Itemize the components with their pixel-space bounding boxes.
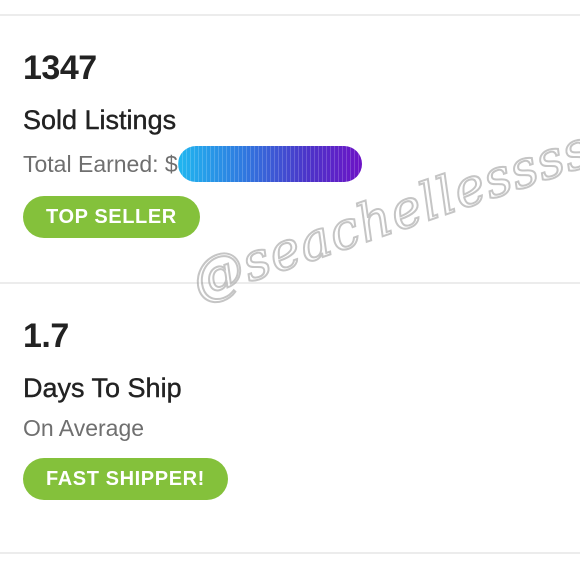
shipping-section: 1.7 Days To Ship On Average FAST SHIPPER… — [23, 316, 563, 500]
total-earned-row: Total Earned: $ — [23, 146, 563, 182]
sold-listings-section: 1347 Sold Listings Total Earned: $ TOP S… — [23, 48, 563, 238]
middle-divider — [0, 282, 580, 284]
fast-shipper-badge: FAST SHIPPER! — [23, 458, 228, 500]
bottom-divider — [0, 552, 580, 554]
seller-stats-card: 1347 Sold Listings Total Earned: $ TOP S… — [0, 0, 580, 579]
on-average-label: On Average — [23, 415, 145, 441]
top-divider — [0, 14, 580, 16]
sold-listings-count: 1347 — [23, 49, 97, 87]
top-seller-badge: TOP SELLER — [23, 196, 200, 238]
total-earned-label: Total Earned: $ — [23, 151, 178, 177]
days-to-ship-title: Days To Ship — [23, 373, 182, 403]
redacted-amount — [177, 146, 362, 182]
sold-listings-title: Sold Listings — [23, 105, 177, 135]
days-to-ship-value: 1.7 — [23, 317, 69, 355]
